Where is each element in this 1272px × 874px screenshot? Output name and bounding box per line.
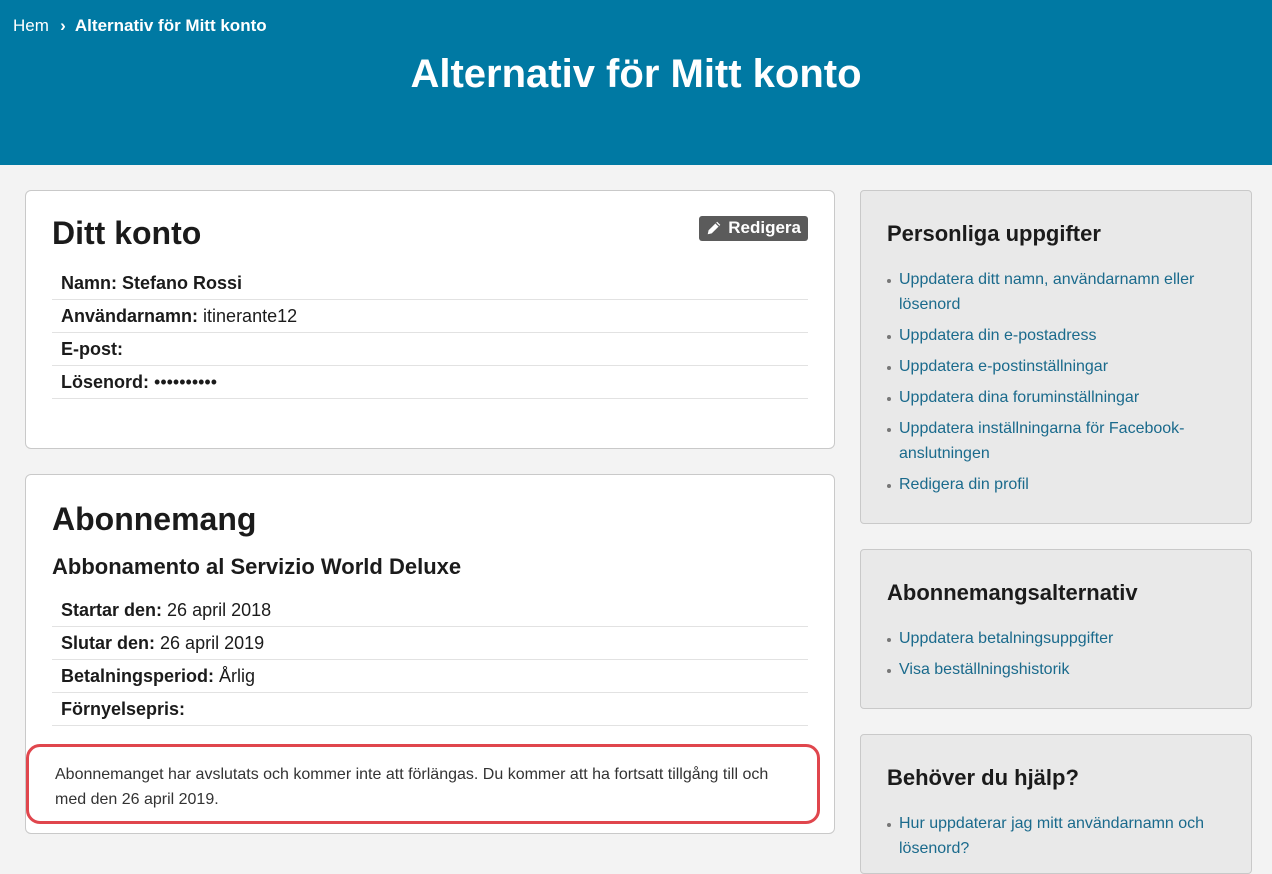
account-username-key: Användarnamn: — [61, 306, 199, 326]
list-item: Uppdatera din e-postadress — [885, 323, 1231, 348]
account-name-value: Stefano Rossi — [122, 273, 243, 293]
sidebar-help-heading: Behöver du hjälp? — [887, 765, 1079, 790]
update-forum-settings-link[interactable]: Uppdatera dina foruminställningar — [899, 389, 1139, 406]
update-email-settings-link[interactable]: Uppdatera e-postinställningar — [899, 358, 1108, 375]
account-row-password: Lösenord: •••••••••• — [52, 366, 808, 399]
update-payment-link[interactable]: Uppdatera betalningsuppgifter — [899, 630, 1113, 647]
subscription-cancellation-notice: Abonnemanget har avslutats och kommer in… — [26, 744, 820, 824]
list-item: Uppdatera e-postinställningar — [885, 354, 1231, 379]
list-item: Uppdatera betalningsuppgifter — [885, 626, 1231, 651]
order-history-link[interactable]: Visa beställningshistorik — [899, 661, 1069, 678]
account-password-value: •••••••••• — [154, 372, 218, 392]
edit-account-button[interactable]: Redigera — [699, 216, 808, 241]
subscription-renewal-key: Förnyelsepris: — [61, 699, 186, 719]
subscription-plan-name: Abbonamento al Servizio World Deluxe — [52, 554, 462, 579]
account-card: Ditt konto Redigera Namn: Stefano Rossi … — [25, 190, 835, 449]
subscription-start-value: 26 april 2018 — [167, 600, 272, 620]
subscription-heading: Abonnemang — [52, 501, 257, 537]
list-item: Visa beställningshistorik — [885, 657, 1231, 682]
account-username-value: itinerante12 — [203, 306, 298, 326]
subscription-card: Abonnemang Abbonamento al Servizio World… — [25, 474, 835, 834]
edit-account-label: Redigera — [728, 218, 801, 237]
subscription-details: Startar den: 26 april 2018 Slutar den: 2… — [52, 594, 808, 726]
breadcrumb: Hem › Alternativ för Mitt konto — [13, 16, 267, 36]
list-item: Uppdatera dina foruminställningar — [885, 385, 1231, 410]
subscription-row-renewal: Förnyelsepris: — [52, 693, 808, 726]
sidebar-personal-box: Personliga uppgifter Uppdatera ditt namn… — [860, 190, 1252, 524]
account-details: Namn: Stefano Rossi Användarnamn: itiner… — [52, 267, 808, 399]
subscription-row-period: Betalningsperiod: Årlig — [52, 660, 808, 693]
account-heading: Ditt konto — [52, 215, 202, 251]
edit-profile-link[interactable]: Redigera din profil — [899, 476, 1029, 493]
sidebar-subscription-box: Abonnemangsalternativ Uppdatera betalnin… — [860, 549, 1252, 709]
sidebar-personal-heading: Personliga uppgifter — [887, 221, 1101, 246]
sidebar-subscription-links: Uppdatera betalningsuppgifter Visa bestä… — [885, 626, 1231, 688]
subscription-end-value: 26 april 2019 — [160, 633, 265, 653]
subscription-period-value: Årlig — [219, 666, 256, 686]
list-item: Uppdatera inställningarna för Facebook-a… — [885, 416, 1231, 466]
page-header: Hem › Alternativ för Mitt konto Alternat… — [0, 0, 1272, 165]
sidebar-help-links: Hur uppdaterar jag mitt användarnamn och… — [885, 811, 1231, 867]
list-item: Hur uppdaterar jag mitt användarnamn och… — [885, 811, 1231, 861]
chevron-right-icon: › — [60, 16, 66, 35]
subscription-period-key: Betalningsperiod: — [61, 666, 215, 686]
sidebar-personal-links: Uppdatera ditt namn, användarnamn eller … — [885, 267, 1231, 503]
breadcrumb-current: Alternativ för Mitt konto — [74, 16, 267, 35]
pencil-icon — [707, 221, 721, 235]
page-title: Alternativ för Mitt konto — [410, 52, 862, 96]
account-password-key: Lösenord: — [61, 372, 149, 392]
sidebar-subscription-heading: Abonnemangsalternativ — [887, 580, 1138, 605]
account-row-name: Namn: Stefano Rossi — [52, 267, 808, 300]
update-name-link[interactable]: Uppdatera ditt namn, användarnamn eller … — [899, 271, 1194, 313]
update-facebook-link[interactable]: Uppdatera inställningarna för Facebook-a… — [899, 420, 1185, 462]
subscription-start-key: Startar den: — [61, 600, 163, 620]
list-item: Uppdatera ditt namn, användarnamn eller … — [885, 267, 1231, 317]
account-row-username: Användarnamn: itinerante12 — [52, 300, 808, 333]
account-name-key: Namn: — [61, 273, 118, 293]
breadcrumb-home-link[interactable]: Hem — [13, 16, 49, 36]
subscription-row-end: Slutar den: 26 april 2019 — [52, 627, 808, 660]
account-email-key: E-post: — [61, 339, 123, 359]
subscription-end-key: Slutar den: — [61, 633, 156, 653]
account-row-email: E-post: — [52, 333, 808, 366]
update-email-link[interactable]: Uppdatera din e-postadress — [899, 327, 1096, 344]
subscription-row-start: Startar den: 26 april 2018 — [52, 594, 808, 627]
sidebar-help-box: Behöver du hjälp? Hur uppdaterar jag mit… — [860, 734, 1252, 874]
list-item: Redigera din profil — [885, 472, 1231, 497]
help-update-username-link[interactable]: Hur uppdaterar jag mitt användarnamn och… — [899, 815, 1204, 857]
